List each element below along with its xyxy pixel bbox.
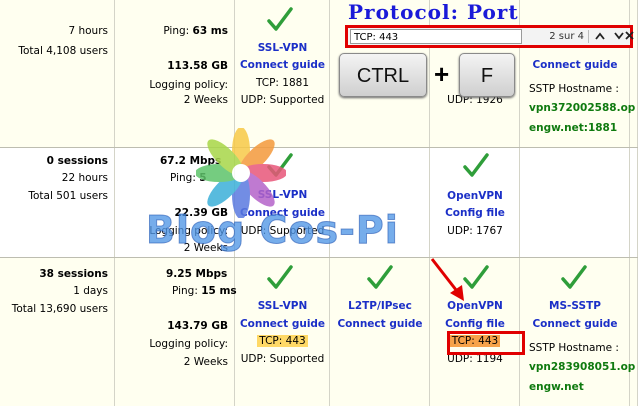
sessions-text: 0 sessions: [46, 155, 108, 167]
cell-extra: [630, 148, 638, 257]
sstp-hostname-line1: vpn283908051.op: [529, 361, 636, 373]
logging-policy-value: 2 Weeks: [183, 356, 228, 368]
total-users-text: Total 4,108 users: [18, 45, 108, 57]
sslvpn-title[interactable]: SSL-VPN: [235, 41, 330, 55]
sstp-hostname-label: SSTP Hostname :: [529, 83, 619, 95]
vpn-server-table: 7 hours Total 4,108 users Ping: 63 ms 11…: [0, 0, 638, 406]
watermark-logo: [196, 128, 286, 218]
find-previous-button[interactable]: [590, 28, 610, 45]
cell-extra: [630, 0, 638, 147]
openvpn-config-file-link[interactable]: Config file: [430, 206, 520, 220]
chevron-down-icon: [614, 32, 624, 40]
find-bar: TCP: 443 2 sur 4: [345, 25, 634, 48]
sstp-connect-guide-link[interactable]: Connect guide: [520, 58, 630, 72]
check-icon: [367, 265, 393, 289]
table-row: 7 hours Total 4,108 users Ping: 63 ms 11…: [0, 0, 638, 147]
logging-policy-label: Logging policy:: [149, 338, 228, 350]
transfer-text: 143.79 GB: [167, 320, 228, 332]
uptime-text: 7 hours: [68, 25, 108, 37]
divider: [588, 30, 589, 43]
sstp-hostname-line2: engw.net: [529, 381, 584, 393]
total-users-text: Total 501 users: [28, 190, 108, 202]
cell-extra: [630, 258, 638, 406]
openvpn-config-file-link[interactable]: Config file: [430, 317, 520, 331]
sslvpn-tcp-port: TCP: 443: [235, 334, 330, 348]
ping-text: Ping: 63 ms: [163, 25, 228, 37]
find-match-count: 2 sur 4: [549, 31, 584, 42]
sslvpn-connect-guide-link[interactable]: Connect guide: [235, 58, 330, 72]
chevron-up-icon: [595, 32, 605, 40]
total-users-text: Total 13,690 users: [11, 303, 108, 315]
l2tp-connect-guide-link[interactable]: Connect guide: [330, 317, 430, 331]
sslvpn-title[interactable]: SSL-VPN: [235, 299, 330, 313]
speed-text: 9.25 Mbps: [166, 268, 228, 280]
plus-sign: +: [434, 59, 450, 89]
sslvpn-udp: UDP: Supported: [240, 94, 325, 106]
openvpn-title[interactable]: OpenVPN: [430, 189, 520, 203]
watermark-text: Blog Cos-Pi: [146, 208, 399, 253]
cell-speed: [115, 0, 235, 147]
find-input[interactable]: TCP: 443: [350, 29, 522, 44]
cell-sessions: [0, 0, 115, 147]
highlight-box: [447, 331, 525, 355]
annotation-title: Protocol: Port: [348, 0, 519, 24]
check-icon: [561, 265, 587, 289]
openvpn-udp-port: UDP: 1767: [447, 225, 503, 237]
cell-sstp: [520, 148, 630, 257]
ping-text: Ping: 15 ms: [172, 285, 237, 297]
sslvpn-udp: UDP: Supported: [240, 353, 325, 365]
sslvpn-tcp-port: TCP: 1881: [255, 77, 310, 89]
sstp-hostname-line1: vpn372002588.op: [529, 102, 636, 114]
table-row: 38 sessions 1 days Total 13,690 users 9.…: [0, 258, 638, 406]
sslvpn-connect-guide-link[interactable]: Connect guide: [235, 317, 330, 331]
sstp-hostname-line2: engw.net:1881: [529, 122, 618, 134]
search-highlight: TCP: 443: [257, 335, 308, 347]
check-icon: [267, 265, 293, 289]
logging-policy-label: Logging policy:: [149, 79, 228, 91]
check-icon: [267, 7, 293, 31]
check-icon: [463, 153, 489, 177]
logging-policy-value: 2 Weeks: [183, 94, 228, 106]
sstp-connect-guide-link[interactable]: Connect guide: [520, 317, 630, 331]
sessions-text: 38 sessions: [39, 268, 108, 280]
sstp-title[interactable]: MS-SSTP: [520, 299, 630, 313]
sstp-hostname-label: SSTP Hostname :: [529, 342, 619, 354]
l2tp-title[interactable]: L2TP/IPsec: [330, 299, 430, 313]
ctrl-key: CTRL: [339, 53, 427, 97]
transfer-text: 113.58 GB: [167, 60, 228, 72]
uptime-text: 22 hours: [61, 172, 108, 184]
close-icon: [624, 31, 634, 40]
arrow-icon: [430, 258, 464, 301]
find-close-button[interactable]: [624, 28, 634, 45]
uptime-text: 1 days: [73, 285, 108, 297]
f-key: F: [459, 53, 515, 97]
